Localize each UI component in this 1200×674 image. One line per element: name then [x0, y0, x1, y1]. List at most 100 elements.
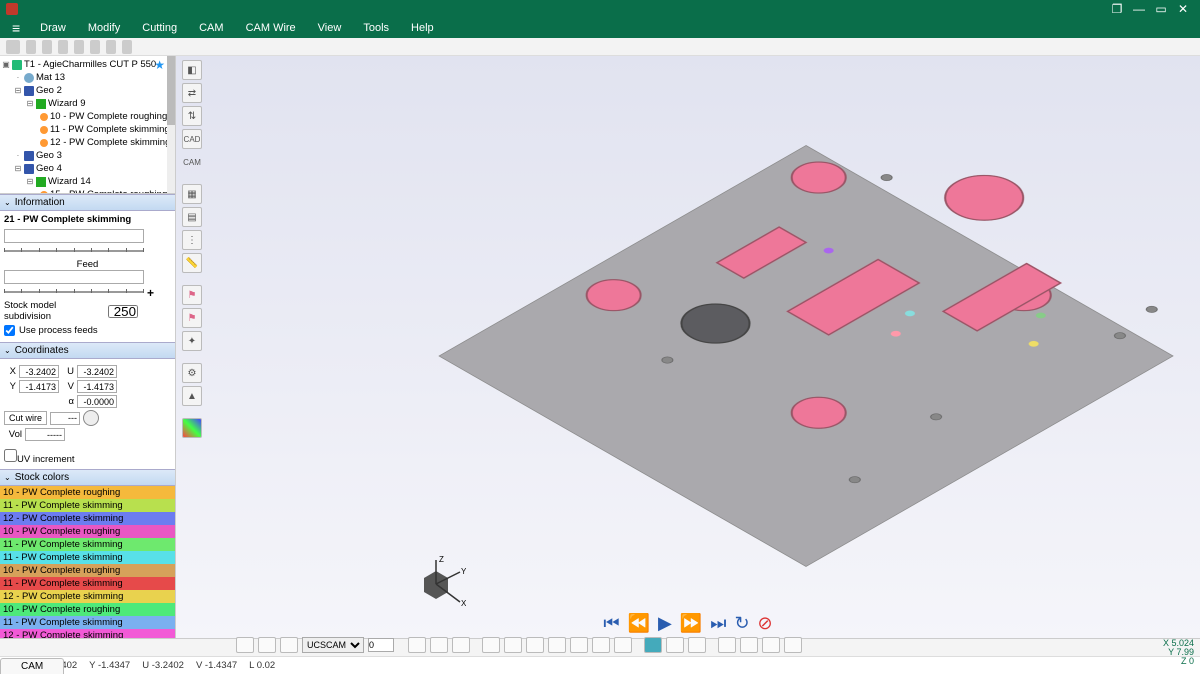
playback-first-button[interactable]: ⏮ — [603, 613, 619, 634]
uv-increment-checkbox[interactable] — [4, 449, 17, 462]
tree-twisty[interactable]: ⊟ — [26, 175, 34, 188]
view-tool-wire-icon[interactable]: ⋮ — [182, 230, 202, 250]
view-tool-solid-icon[interactable]: ▦ — [182, 184, 202, 204]
view-flag-1-icon[interactable]: ⚑ — [182, 285, 202, 305]
use-process-feeds-checkbox[interactable] — [4, 325, 15, 336]
view-tool-machine-icon[interactable]: ⚙ — [182, 363, 202, 383]
playback-prev-button[interactable]: ⏪ — [628, 613, 650, 634]
stock-color-item[interactable]: 10 - PW Complete roughing — [0, 486, 175, 499]
vol-input[interactable] — [25, 428, 65, 441]
close-button[interactable]: ✕ — [1172, 2, 1194, 16]
menu-help[interactable]: Help — [401, 20, 444, 36]
playback-loop-button[interactable]: ↻ — [734, 613, 749, 634]
x-input[interactable] — [19, 365, 59, 378]
stock-color-item[interactable]: 10 - PW Complete roughing — [0, 525, 175, 538]
v-input[interactable] — [77, 380, 117, 393]
view-tool-ruler-icon[interactable]: 📏 — [182, 253, 202, 273]
bb-shade-1[interactable] — [718, 637, 736, 653]
bb-tool-orbit[interactable] — [614, 637, 632, 653]
feature-tree[interactable]: ★ ▣T1 - AgieCharmilles CUT P 550 ·Mat 13… — [0, 56, 175, 194]
bb-tool-measure[interactable] — [452, 637, 470, 653]
menu-draw[interactable]: Draw — [30, 20, 76, 36]
tool-filter-icon[interactable] — [106, 40, 116, 54]
bb-tool-window[interactable] — [526, 637, 544, 653]
tool-paste-icon[interactable] — [74, 40, 84, 54]
alpha-input[interactable] — [77, 395, 117, 408]
feed-slider-bottom[interactable]: + — [4, 286, 144, 298]
stock-color-item[interactable]: 11 - PW Complete skimming — [0, 499, 175, 512]
view-tool-arrows-icon[interactable]: ⇄ — [182, 83, 202, 103]
y-input[interactable] — [19, 380, 59, 393]
stock-color-item[interactable]: 10 - PW Complete roughing — [0, 603, 175, 616]
subdivision-input[interactable] — [108, 305, 138, 318]
tool-sort-icon[interactable] — [122, 40, 132, 54]
bb-tool-rotate[interactable] — [570, 637, 588, 653]
bb-view-top[interactable] — [666, 637, 684, 653]
tree-geo2[interactable]: Geo 2 — [36, 84, 62, 97]
favorite-icon[interactable]: ★ — [154, 58, 165, 72]
tree-mat[interactable]: Mat 13 — [36, 71, 65, 84]
tree-twisty[interactable]: ⊟ — [14, 162, 22, 175]
stock-colors-panel-header[interactable]: ⌄Stock colors — [0, 469, 175, 486]
bb-shade-3[interactable] — [762, 637, 780, 653]
cut-wire-value[interactable] — [50, 412, 80, 425]
stock-color-item[interactable]: 11 - PW Complete skimming — [0, 551, 175, 564]
ucs-select[interactable]: UCSCAM — [302, 637, 364, 653]
bb-tool-grid[interactable] — [408, 637, 426, 653]
coordinates-panel-header[interactable]: ⌄Coordinates — [0, 342, 175, 359]
tree-geo4[interactable]: Geo 4 — [36, 162, 62, 175]
view-tool-1-icon[interactable]: ◧ — [182, 60, 202, 80]
menu-tools[interactable]: Tools — [353, 20, 399, 36]
cut-wire-button[interactable]: Cut wire — [4, 411, 47, 425]
tool-copy-icon[interactable] — [58, 40, 68, 54]
tree-op15[interactable]: 15 - PW Complete roughing — [50, 188, 167, 194]
tool-save-icon[interactable] — [90, 40, 100, 54]
bb-view-front[interactable] — [688, 637, 706, 653]
stock-color-item[interactable]: 12 - PW Complete skimming — [0, 512, 175, 525]
view-tool-cad-icon[interactable]: CAD — [182, 129, 202, 149]
view-tool-swap-icon[interactable]: ⇅ — [182, 106, 202, 126]
menu-cutting[interactable]: Cutting — [132, 20, 187, 36]
3d-viewport[interactable]: ◧ ⇄ ⇅ CAD CAM ▦ ▤ ⋮ 📏 ⚑ ⚑ ✦ ⚙ ▲ — [176, 56, 1200, 638]
tree-root[interactable]: T1 - AgieCharmilles CUT P 550 — [24, 58, 156, 71]
tool-screen-icon[interactable] — [6, 40, 20, 54]
view-tool-palette-icon[interactable] — [182, 418, 202, 438]
maximize-button[interactable]: ▭ — [1150, 2, 1172, 16]
tree-scrollbar[interactable] — [167, 56, 175, 193]
tool-cut-icon[interactable] — [42, 40, 52, 54]
feed-input-top[interactable] — [4, 229, 144, 243]
tree-geo3[interactable]: Geo 3 — [36, 149, 62, 162]
bb-tool-check[interactable] — [430, 637, 448, 653]
menu-cam[interactable]: CAM — [189, 20, 233, 36]
playback-last-button[interactable]: ⏭ — [710, 613, 726, 634]
u-input[interactable] — [77, 365, 117, 378]
information-panel-header[interactable]: ⌄Information — [0, 194, 175, 211]
tree-wiz9[interactable]: Wizard 9 — [48, 97, 85, 110]
stock-color-item[interactable]: 11 - PW Complete skimming — [0, 577, 175, 590]
feed-input-bottom[interactable] — [4, 270, 144, 284]
bb-tool-zoom[interactable] — [504, 637, 522, 653]
menu-modify[interactable]: Modify — [78, 20, 130, 36]
view-tool-cam-icon[interactable]: CAM — [182, 152, 202, 172]
tree-op12[interactable]: 12 - PW Complete skimming — [50, 136, 170, 149]
bb-tool-select[interactable] — [482, 637, 500, 653]
bb-tool-fit[interactable] — [548, 637, 566, 653]
bb-snap-2[interactable] — [258, 637, 276, 653]
tree-op10[interactable]: 10 - PW Complete roughing — [50, 110, 167, 123]
tree-twisty[interactable]: ⊟ — [26, 97, 34, 110]
playback-play-button[interactable]: ▶ — [658, 613, 672, 634]
minimize-button[interactable]: — — [1128, 2, 1150, 16]
plus-icon[interactable]: + — [147, 286, 154, 300]
bb-view-iso[interactable] — [644, 637, 662, 653]
bb-snap-3[interactable] — [280, 637, 298, 653]
bb-tool-pan[interactable] — [592, 637, 610, 653]
feed-slider-top[interactable] — [4, 245, 144, 257]
ucs-number-input[interactable] — [368, 638, 394, 652]
view-tool-sim-icon[interactable]: ▲ — [182, 386, 202, 406]
view-tool-marker-icon[interactable]: ✦ — [182, 331, 202, 351]
cut-wire-action-button[interactable] — [83, 410, 99, 426]
tree-twisty[interactable]: ▣ — [2, 58, 10, 71]
stock-color-item[interactable]: 12 - PW Complete skimming — [0, 590, 175, 603]
view-flag-2-icon[interactable]: ⚑ — [182, 308, 202, 328]
bb-shade-2[interactable] — [740, 637, 758, 653]
